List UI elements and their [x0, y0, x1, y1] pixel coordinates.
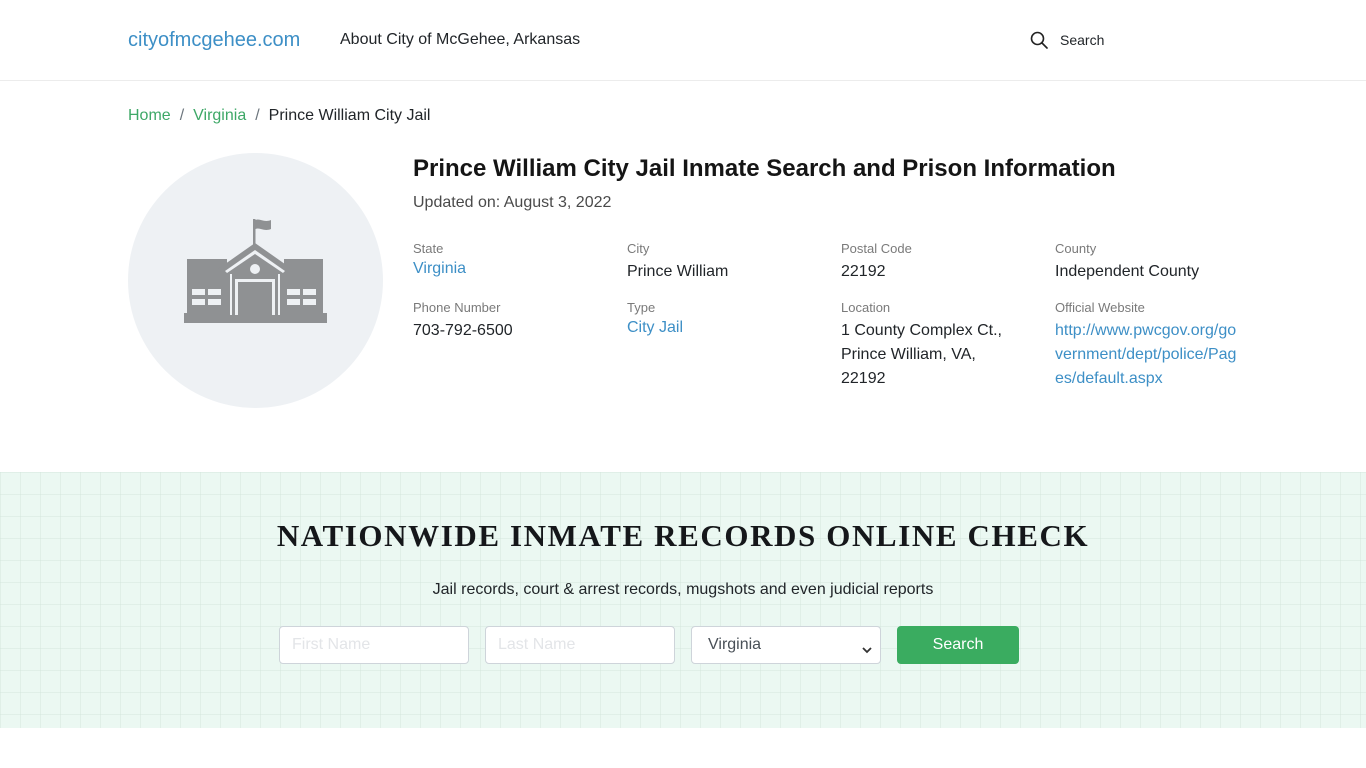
field-value: 1 County Complex Ct., Prince William, VA… [841, 322, 1002, 387]
field-label: State [413, 241, 444, 256]
search-submit-button[interactable]: Search [897, 626, 1019, 664]
field-label: Official Website [1055, 300, 1145, 315]
field-value: 22192 [841, 263, 886, 280]
first-name-input[interactable] [279, 626, 469, 664]
field-label: City [627, 241, 650, 256]
field-value: Prince William [627, 263, 729, 280]
facility-avatar [128, 153, 383, 408]
field-label: County [1055, 241, 1097, 256]
site-header: cityofmcgehee.com About City of McGehee,… [0, 0, 1366, 81]
state-select[interactable]: Virginia [691, 626, 881, 664]
inmate-search-form: Virginia Search [279, 626, 1019, 664]
official-website-link[interactable]: http://www.pwcgov.org/government/dept/po… [1055, 319, 1240, 391]
field-type: Type City Jail [627, 300, 827, 340]
field-label: Phone Number [413, 300, 501, 315]
updated-date: Updated on: August 3, 2022 [413, 194, 612, 211]
breadcrumb: Home / Virginia / Prince William City Ja… [128, 107, 430, 125]
field-value: 703-792-6500 [413, 322, 513, 339]
header-search-button[interactable]: Search [1030, 30, 1104, 50]
breadcrumb-home[interactable]: Home [128, 107, 171, 125]
field-county: County Independent County [1055, 241, 1255, 284]
field-label: Postal Code [841, 241, 912, 256]
nav-about-link[interactable]: About City of McGehee, Arkansas [340, 31, 580, 49]
state-link[interactable]: Virginia [413, 260, 466, 277]
search-icon [1030, 31, 1048, 49]
field-value: Independent County [1055, 263, 1200, 280]
inmate-search-section: NATIONWIDE INMATE RECORDS ONLINE CHECK J… [0, 472, 1366, 728]
page-title: Prince William City Jail Inmate Search a… [413, 155, 1116, 182]
brand-logo-link[interactable]: cityofmcgehee.com [128, 29, 300, 52]
school-building-icon [184, 219, 327, 323]
field-website: Official Website http://www.pwcgov.org/g… [1055, 300, 1255, 391]
breadcrumb-state[interactable]: Virginia [193, 107, 246, 125]
type-link[interactable]: City Jail [627, 319, 683, 336]
last-name-input[interactable] [485, 626, 675, 664]
field-location: Location 1 County Complex Ct., Prince Wi… [841, 300, 1041, 391]
breadcrumb-separator: / [179, 107, 185, 124]
field-phone: Phone Number 703-792-6500 [413, 300, 613, 343]
field-city: City Prince William [627, 241, 827, 284]
cta-subtitle: Jail records, court & arrest records, mu… [432, 581, 934, 598]
state-select-value: Virginia [708, 636, 762, 653]
field-state: State Virginia [413, 241, 613, 281]
field-postal-code: Postal Code 22192 [841, 241, 1041, 284]
header-search-label: Search [1060, 32, 1105, 48]
breadcrumb-current: Prince William City Jail [268, 107, 431, 124]
field-label: Location [841, 300, 891, 315]
field-label: Type [627, 300, 656, 315]
cta-title: NATIONWIDE INMATE RECORDS ONLINE CHECK [276, 518, 1090, 553]
breadcrumb-separator: / [255, 107, 260, 124]
chevron-down-icon [862, 641, 872, 659]
